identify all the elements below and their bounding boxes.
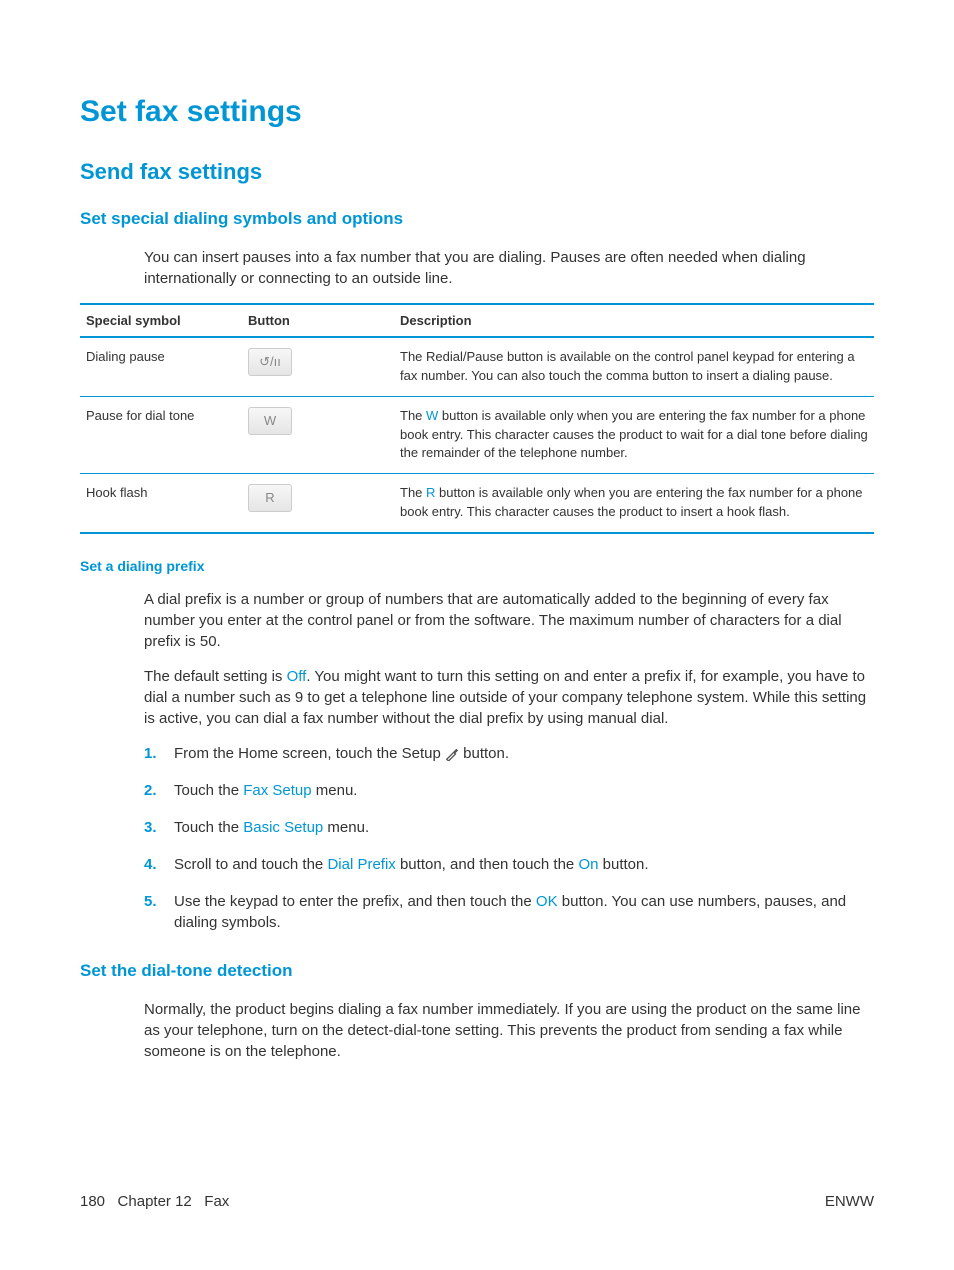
r-link: R	[426, 485, 435, 500]
cell-button: ↺/ıı	[242, 337, 394, 396]
basic-setup-link: Basic Setup	[243, 819, 323, 836]
step-text: Touch the Basic Setup menu.	[174, 817, 369, 838]
cell-symbol: Dialing pause	[80, 337, 242, 396]
footer-left: 180 Chapter 12 Fax	[80, 1193, 229, 1210]
step-number: 2.	[144, 780, 174, 801]
page-footer: 180 Chapter 12 Fax ENWW	[80, 1193, 874, 1210]
step-text: Use the keypad to enter the prefix, and …	[174, 891, 874, 933]
chapter-title: Fax	[204, 1193, 229, 1210]
step-number: 5.	[144, 891, 174, 933]
off-link: Off	[287, 668, 307, 685]
th-symbol: Special symbol	[80, 304, 242, 337]
cell-desc: The R button is available only when you …	[394, 474, 874, 533]
step-text: From the Home screen, touch the Setup bu…	[174, 743, 509, 764]
ok-link: OK	[536, 893, 558, 910]
table-row: Hook flash R The R button is available o…	[80, 474, 874, 533]
paragraph: A dial prefix is a number or group of nu…	[144, 589, 874, 652]
step-number: 1.	[144, 743, 174, 764]
th-description: Description	[394, 304, 874, 337]
paragraph: Normally, the product begins dialing a f…	[144, 999, 874, 1062]
w-button-icon: W	[248, 407, 292, 435]
step-text: Touch the Fax Setup menu.	[174, 780, 357, 801]
cell-symbol: Pause for dial tone	[80, 396, 242, 474]
cell-desc: The Redial/Pause button is available on …	[394, 337, 874, 396]
page-content: Set fax settings Send fax settings Set s…	[0, 0, 954, 1270]
footer-right: ENWW	[825, 1193, 874, 1210]
r-button-icon: R	[248, 484, 292, 512]
cell-desc: The W button is available only when you …	[394, 396, 874, 474]
redial-pause-icon: ↺/ıı	[248, 348, 292, 376]
w-link: W	[426, 408, 438, 423]
section-heading-send: Send fax settings	[80, 159, 874, 185]
on-link: On	[578, 856, 598, 873]
th-button: Button	[242, 304, 394, 337]
step-item: 1. From the Home screen, touch the Setup…	[144, 743, 874, 764]
cell-symbol: Hook flash	[80, 474, 242, 533]
step-item: 3. Touch the Basic Setup menu.	[144, 817, 874, 838]
step-item: 5. Use the keypad to enter the prefix, a…	[144, 891, 874, 933]
cell-button: W	[242, 396, 394, 474]
steps-list: 1. From the Home screen, touch the Setup…	[144, 743, 874, 933]
subsection-heading-special-symbols: Set special dialing symbols and options	[80, 209, 874, 229]
chapter-label: Chapter 12	[118, 1193, 192, 1210]
cell-button: R	[242, 474, 394, 533]
dial-prefix-link: Dial Prefix	[327, 856, 395, 873]
step-item: 2. Touch the Fax Setup menu.	[144, 780, 874, 801]
step-item: 4. Scroll to and touch the Dial Prefix b…	[144, 854, 874, 875]
step-number: 3.	[144, 817, 174, 838]
intro-paragraph: You can insert pauses into a fax number …	[144, 247, 874, 289]
page-title: Set fax settings	[80, 95, 874, 129]
page-number: 180	[80, 1193, 105, 1210]
symbols-table: Special symbol Button Description Dialin…	[80, 303, 874, 534]
fax-setup-link: Fax Setup	[243, 782, 311, 799]
paragraph: The default setting is Off. You might wa…	[144, 666, 874, 729]
setup-icon	[445, 747, 459, 761]
subsection-heading-dial-prefix: Set a dialing prefix	[80, 558, 874, 574]
step-number: 4.	[144, 854, 174, 875]
subsection-heading-dial-tone: Set the dial-tone detection	[80, 961, 874, 981]
table-row: Dialing pause ↺/ıı The Redial/Pause butt…	[80, 337, 874, 396]
step-text: Scroll to and touch the Dial Prefix butt…	[174, 854, 649, 875]
table-row: Pause for dial tone W The W button is av…	[80, 396, 874, 474]
